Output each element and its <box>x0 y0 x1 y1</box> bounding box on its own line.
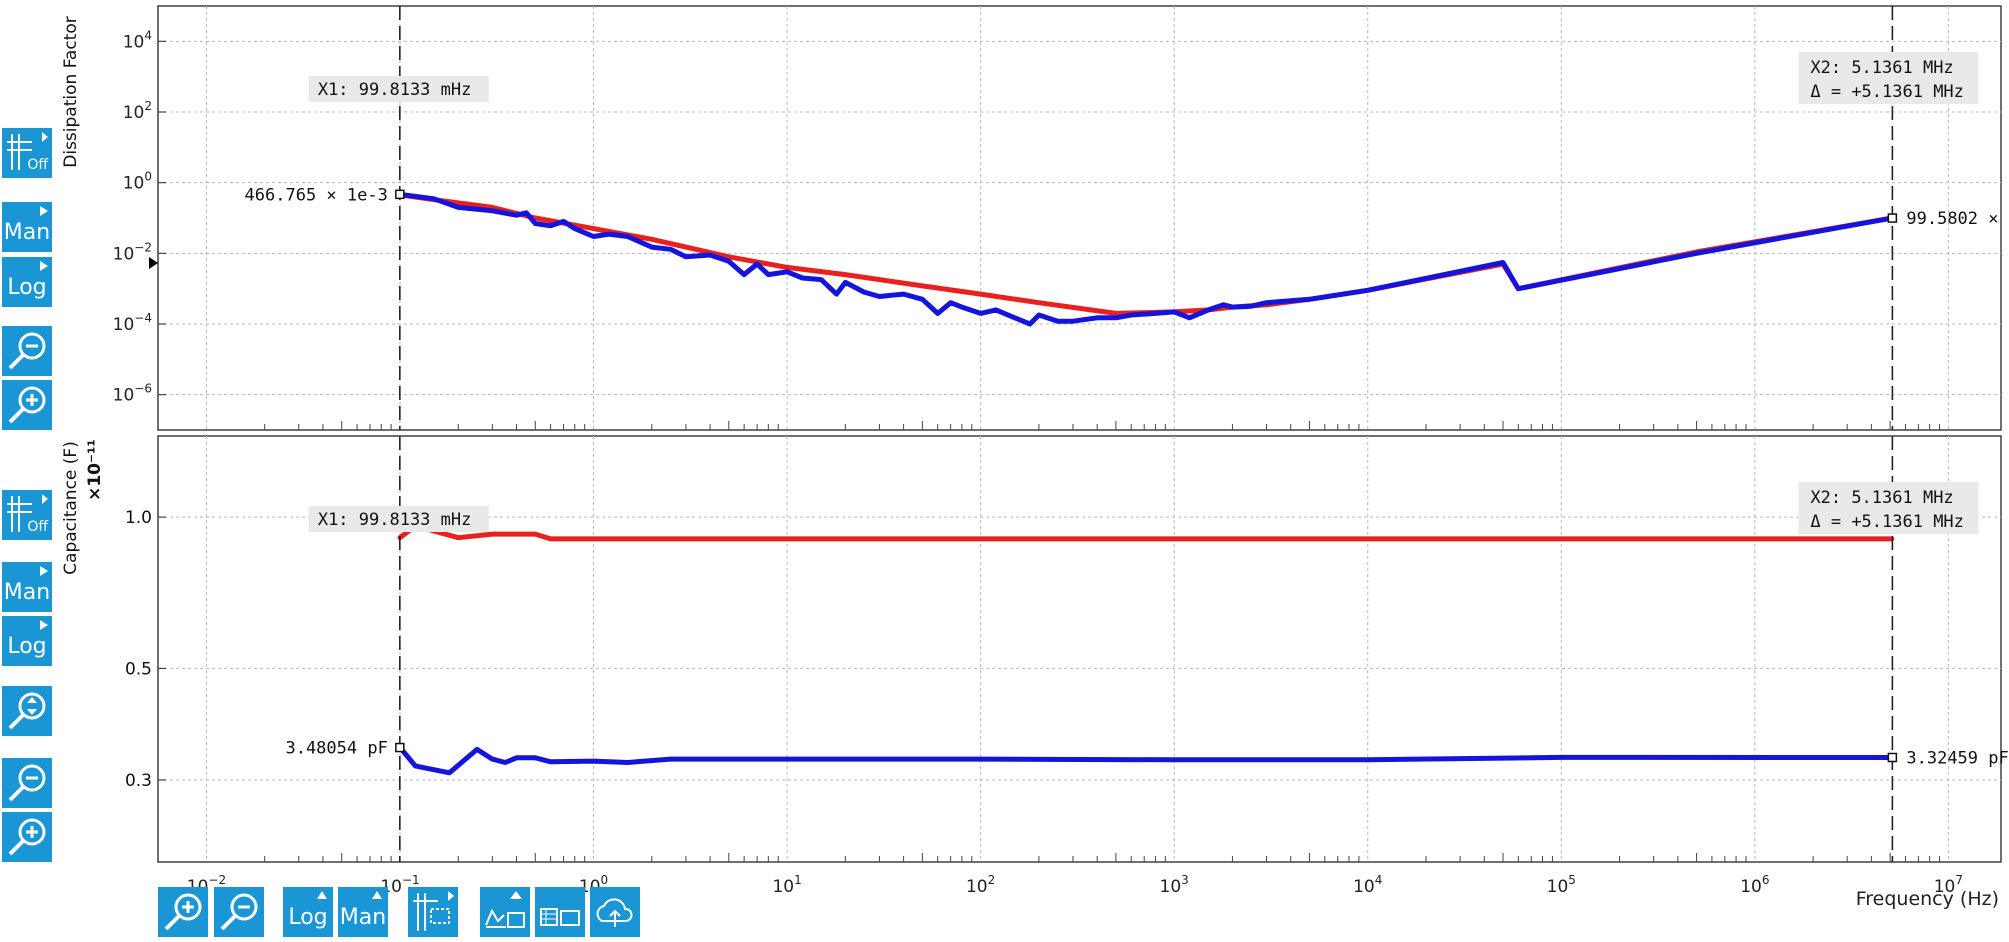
x-tick-label: 106 <box>1740 873 1769 897</box>
scale-man-button[interactable]: Man <box>2 562 52 612</box>
cursor-delta-label: Δ = +5.1361 MHz <box>1810 82 1964 102</box>
x-tick-label: 103 <box>1160 873 1189 897</box>
button-label: Man <box>339 905 387 930</box>
button-label: Man <box>3 580 51 605</box>
cursor-x2-readout: 99.5802 × 1e-3 <box>1906 209 2009 229</box>
zoom-fit-button[interactable] <box>2 686 52 736</box>
scale-man-icon <box>40 206 48 216</box>
cursor-x2-marker <box>1887 213 1898 223</box>
y-tick-label: 10−6 <box>113 382 152 406</box>
y-tick-label: 102 <box>123 99 152 123</box>
cursor-delta-label: Δ = +5.1361 MHz <box>1810 512 1964 532</box>
y-tick-label: 1.0 <box>125 508 152 528</box>
scale-log-button[interactable]: Log <box>2 257 52 307</box>
chart-area: X1: 99.8133 mHz X2: 5.1361 MHz Δ = +5.1361… <box>61 5 2009 897</box>
cursor-x2-marker <box>1887 752 1898 763</box>
zoom-in-button[interactable] <box>2 812 52 862</box>
scale-log-icon <box>40 620 48 630</box>
zoom-out-button[interactable] <box>2 758 52 808</box>
scale-log-button[interactable]: Log <box>283 887 333 937</box>
button-label: Log <box>288 905 328 930</box>
scale-man-icon <box>372 891 382 899</box>
button-label: Man <box>3 220 51 245</box>
cursor-x1-label: X1: 99.8133 mHz <box>318 80 472 100</box>
scale-log-icon <box>40 261 48 271</box>
button-label: Off <box>27 519 48 535</box>
y-axis-marker-icon[interactable] <box>149 257 158 269</box>
y-axis-title: Dissipation Factor <box>61 16 81 167</box>
y-tick-label: 0.5 <box>125 659 152 679</box>
grid-off-button[interactable]: Off <box>2 128 52 178</box>
x-axis-title: Frequency (Hz) <box>1855 888 1999 910</box>
y-axis-title: Capacitance (F) <box>61 441 81 575</box>
cursor-x1-readout: 3.48054 pF <box>285 739 387 759</box>
plot-frame <box>157 435 2002 863</box>
scale-log-button[interactable]: Log <box>2 616 52 666</box>
y-axis-multiplier: ×10⁻¹¹ <box>85 439 105 501</box>
y-tick-label: 100 <box>123 170 152 194</box>
cursor-x1-marker <box>395 742 405 753</box>
y-tick-label: 0.3 <box>125 771 152 791</box>
x-tick-label: 101 <box>772 873 801 897</box>
plot-panel-2: X1: 99.8133 mHz X2: 5.1361 MHz Δ = +5.1361… <box>157 435 2009 863</box>
export-table-button[interactable] <box>535 887 585 937</box>
plot-panel-1: X1: 99.8133 mHz X2: 5.1361 MHz Δ = +5.1361… <box>157 5 2009 431</box>
zoom-in-button[interactable] <box>2 380 52 430</box>
cursor-grid-button[interactable] <box>408 887 458 937</box>
plot-frame <box>157 5 2002 431</box>
scale-man-button[interactable]: Man <box>2 202 52 252</box>
grid-off-button[interactable]: Off <box>2 490 52 540</box>
cursor-x1-label: X1: 99.8133 mHz <box>318 510 472 530</box>
cursor-x1-marker <box>395 189 405 200</box>
x-tick-label: 102 <box>966 873 995 897</box>
export-graph-button[interactable] <box>480 887 530 937</box>
cursor-x2-readout: 3.32459 pF <box>1906 748 2008 768</box>
cursor-x2-label: X2: 5.1361 MHz <box>1810 58 1953 78</box>
cursor-x1-readout: 466.765 × 1e-3 <box>245 185 388 205</box>
button-label: Log <box>7 634 47 659</box>
y-tick-label: 104 <box>123 28 152 52</box>
y-tick-label: 10−4 <box>113 311 152 335</box>
scale-log-icon <box>317 891 327 899</box>
button-label: Off <box>27 157 48 173</box>
button-label: Log <box>7 275 47 300</box>
zoom-out-button[interactable] <box>214 887 264 937</box>
scale-man-icon <box>40 566 48 576</box>
y-tick-label: 10−2 <box>113 240 152 264</box>
x-tick-label: 104 <box>1353 873 1382 897</box>
cursor-x2-label: X2: 5.1361 MHz <box>1810 488 1953 508</box>
zoom-out-button[interactable] <box>2 326 52 376</box>
cloud-upload-button[interactable] <box>590 887 640 937</box>
x-tick-label: 105 <box>1547 873 1576 897</box>
zoom-in-button[interactable] <box>158 887 208 937</box>
scale-man-button[interactable]: Man <box>338 887 388 937</box>
